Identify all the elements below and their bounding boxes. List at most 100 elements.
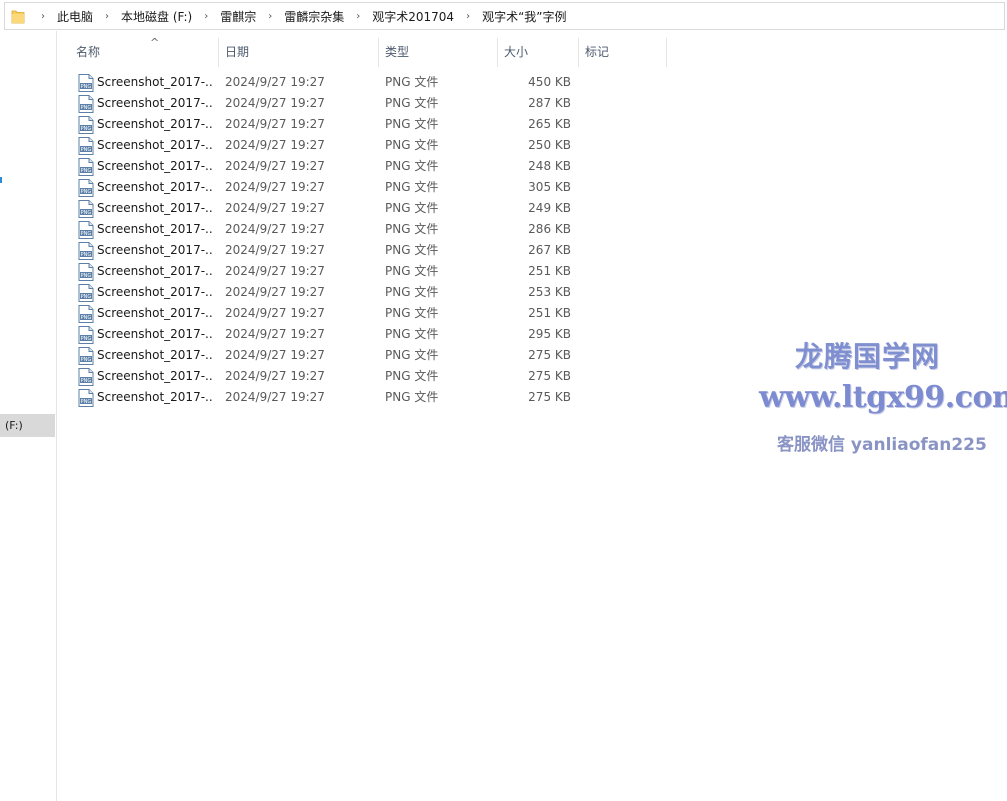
navigation-pane[interactable]: (F:) <box>0 31 57 801</box>
breadcrumb-label[interactable]: 本地磁盘 (F:) <box>117 8 196 25</box>
breadcrumb-label[interactable]: 雷麒宗 <box>216 8 260 25</box>
file-name: Screenshot_2017-... <box>97 117 213 131</box>
file-type: PNG 文件 <box>385 75 439 89</box>
file-row[interactable]: PNG Screenshot_2017-... 2024/9/27 19:27 PNG… <box>58 177 1007 198</box>
chevron-right-icon[interactable]: › <box>199 11 213 22</box>
file-row[interactable]: PNG Screenshot_2017-... 2024/9/27 19:27 PNG… <box>58 282 1007 303</box>
file-size: 250 KB <box>528 138 571 152</box>
file-date: 2024/9/27 19:27 <box>225 117 325 131</box>
column-header-row: 名称 ^ 日期 类型 大小 标记 <box>58 36 1007 67</box>
column-header-type[interactable]: 类型 <box>379 38 498 67</box>
file-date: 2024/9/27 19:27 <box>225 348 325 362</box>
file-row[interactable]: PNG Screenshot_2017-... 2024/9/27 19:27 PNG… <box>58 219 1007 240</box>
file-name: Screenshot_2017-... <box>97 390 213 404</box>
file-row[interactable]: PNG Screenshot_2017-... 2024/9/27 19:27 PNG… <box>58 135 1007 156</box>
address-bar[interactable]: › 此电脑 › 本地磁盘 (F:) › 雷麒宗 › 雷麟宗杂集 › 观字术201704 › 观字术“我… <box>4 2 1005 30</box>
file-date: 2024/9/27 19:27 <box>225 327 325 341</box>
file-row[interactable]: PNG Screenshot_2017-... 2024/9/27 19:27 PNG… <box>58 303 1007 324</box>
folder-icon <box>11 8 29 24</box>
breadcrumb-item[interactable]: › 观字术“我”字例 <box>458 8 570 25</box>
file-size: 305 KB <box>528 180 571 194</box>
file-date: 2024/9/27 19:27 <box>225 201 325 215</box>
column-header-tags[interactable]: 标记 <box>579 38 667 67</box>
chevron-right-icon[interactable]: › <box>351 11 365 22</box>
file-type: PNG 文件 <box>385 348 439 362</box>
file-name: Screenshot_2017-... <box>97 243 213 257</box>
file-type: PNG 文件 <box>385 369 439 383</box>
file-type: PNG 文件 <box>385 306 439 320</box>
breadcrumb-label[interactable]: 此电脑 <box>53 8 97 25</box>
file-row[interactable]: PNG Screenshot_2017-... 2024/9/27 19:27 PNG… <box>58 240 1007 261</box>
sort-ascending-icon: ^ <box>150 36 160 49</box>
chevron-right-icon[interactable]: › <box>100 11 114 22</box>
file-size: 286 KB <box>528 222 571 236</box>
file-type: PNG 文件 <box>385 243 439 257</box>
breadcrumb-label[interactable]: 观字术“我”字例 <box>478 8 570 25</box>
file-type: PNG 文件 <box>385 222 439 236</box>
file-type: PNG 文件 <box>385 201 439 215</box>
file-type: PNG 文件 <box>385 180 439 194</box>
nav-scroll-marker <box>0 177 2 183</box>
column-header-date-label: 日期 <box>225 45 250 59</box>
nav-item-drive-f[interactable]: (F:) <box>0 414 55 437</box>
file-size: 251 KB <box>528 264 571 278</box>
file-name: Screenshot_2017-... <box>97 180 213 194</box>
file-row[interactable]: PNG Screenshot_2017-... 2024/9/27 19:27 PNG… <box>58 114 1007 135</box>
file-size: 287 KB <box>528 96 571 110</box>
file-name: Screenshot_2017-... <box>97 348 213 362</box>
file-type: PNG 文件 <box>385 96 439 110</box>
file-date: 2024/9/27 19:27 <box>225 390 325 404</box>
file-date: 2024/9/27 19:27 <box>225 138 325 152</box>
watermark-url: www.ltgx99.com <box>759 380 1007 415</box>
watermark-title: 龙腾国学网 <box>795 340 941 373</box>
breadcrumb-item[interactable]: › 此电脑 <box>33 8 97 25</box>
breadcrumb: › 此电脑 › 本地磁盘 (F:) › 雷麒宗 › 雷麟宗杂集 › 观字术201704 › 观字术“我… <box>33 8 571 25</box>
column-header-size[interactable]: 大小 <box>498 38 579 67</box>
breadcrumb-item[interactable]: › 雷麟宗杂集 <box>260 8 348 25</box>
file-date: 2024/9/27 19:27 <box>225 75 325 89</box>
file-row[interactable]: PNG Screenshot_2017-... 2024/9/27 19:27 PNG… <box>58 72 1007 93</box>
file-row[interactable]: PNG Screenshot_2017-... 2024/9/27 19:27 PNG… <box>58 261 1007 282</box>
file-name: Screenshot_2017-... <box>97 222 213 236</box>
file-size: 253 KB <box>528 285 571 299</box>
file-type: PNG 文件 <box>385 285 439 299</box>
breadcrumb-label[interactable]: 观字术201704 <box>368 8 458 25</box>
file-date: 2024/9/27 19:27 <box>225 222 325 236</box>
chevron-right-icon[interactable]: › <box>461 11 475 22</box>
file-date: 2024/9/27 19:27 <box>225 285 325 299</box>
breadcrumb-label[interactable]: 雷麟宗杂集 <box>280 8 348 25</box>
column-header-date[interactable]: 日期 <box>219 38 379 67</box>
file-row[interactable]: PNG Screenshot_2017-... 2024/9/27 19:27 PNG… <box>58 93 1007 114</box>
breadcrumb-item[interactable]: › 本地磁盘 (F:) <box>97 8 196 25</box>
file-type: PNG 文件 <box>385 117 439 131</box>
file-type: PNG 文件 <box>385 138 439 152</box>
file-size: 275 KB <box>528 369 571 383</box>
file-size: 267 KB <box>528 243 571 257</box>
file-date: 2024/9/27 19:27 <box>225 306 325 320</box>
file-name: Screenshot_2017-... <box>97 138 213 152</box>
file-date: 2024/9/27 19:27 <box>225 243 325 257</box>
file-date: 2024/9/27 19:27 <box>225 96 325 110</box>
file-size: 275 KB <box>528 348 571 362</box>
breadcrumb-item[interactable]: › 雷麒宗 <box>196 8 260 25</box>
file-size: 275 KB <box>528 390 571 404</box>
file-date: 2024/9/27 19:27 <box>225 369 325 383</box>
file-size: 248 KB <box>528 159 571 173</box>
file-row[interactable]: PNG Screenshot_2017-... 2024/9/27 19:27 PNG… <box>58 156 1007 177</box>
file-type: PNG 文件 <box>385 390 439 404</box>
column-header-name[interactable]: 名称 ^ <box>70 36 219 67</box>
column-header-tags-label: 标记 <box>585 45 610 59</box>
file-name: Screenshot_2017-... <box>97 75 213 89</box>
chevron-right-icon[interactable]: › <box>36 11 50 22</box>
file-size: 295 KB <box>528 327 571 341</box>
file-name: Screenshot_2017-... <box>97 285 213 299</box>
file-name: Screenshot_2017-... <box>97 327 213 341</box>
chevron-right-icon[interactable]: › <box>263 11 277 22</box>
file-name: Screenshot_2017-... <box>97 159 213 173</box>
file-size: 249 KB <box>528 201 571 215</box>
file-name: Screenshot_2017-... <box>97 306 213 320</box>
breadcrumb-item[interactable]: › 观字术201704 <box>348 8 458 25</box>
file-date: 2024/9/27 19:27 <box>225 180 325 194</box>
file-row[interactable]: PNG Screenshot_2017-... 2024/9/27 19:27 PNG… <box>58 198 1007 219</box>
file-type: PNG 文件 <box>385 159 439 173</box>
